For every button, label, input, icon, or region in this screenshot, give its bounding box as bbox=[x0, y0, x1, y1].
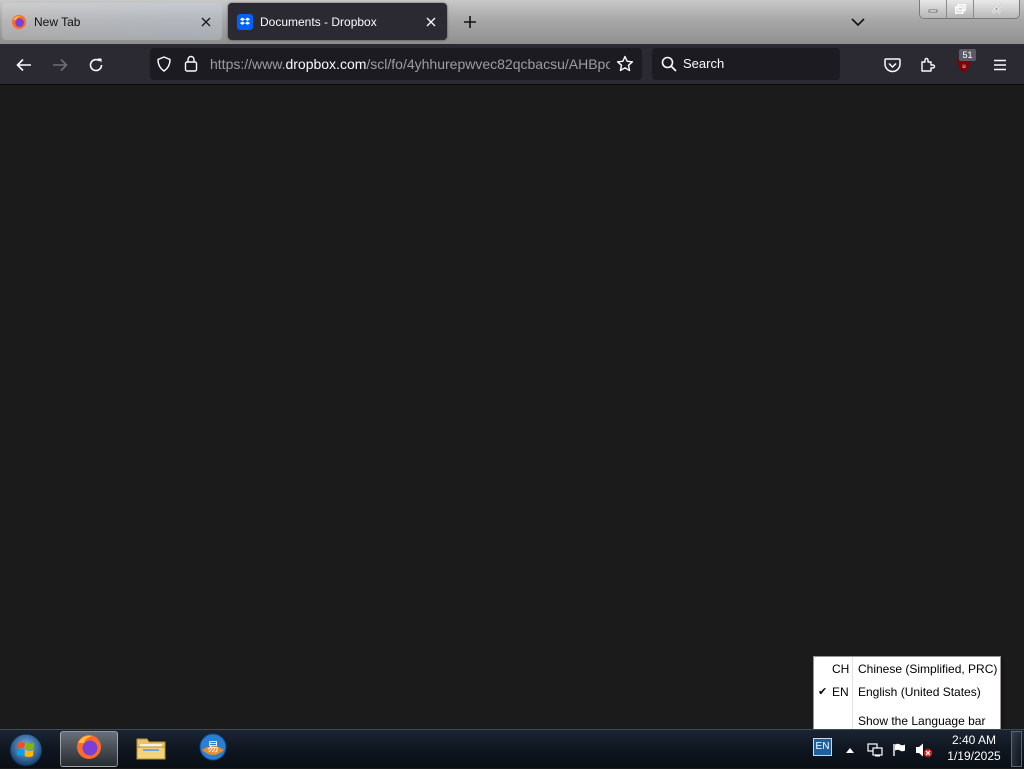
tab-strip: New Tab Documents - Dropbox bbox=[0, 0, 1024, 44]
language-indicator[interactable]: EN bbox=[813, 738, 832, 756]
close-tab-icon[interactable] bbox=[419, 10, 443, 34]
tab-new-tab[interactable]: New Tab bbox=[2, 3, 222, 40]
windows-start-orb-icon[interactable] bbox=[6, 731, 46, 768]
language-menu: CH Chinese (Simplified, PRC) ✔ EN Englis… bbox=[813, 656, 1001, 730]
system-clock[interactable]: 2:40 AM 1/19/2025 bbox=[940, 732, 1008, 764]
firefox-icon bbox=[11, 14, 27, 30]
tab-title: New Tab bbox=[34, 14, 81, 29]
close-window-icon[interactable] bbox=[974, 0, 1019, 18]
language-option-chinese[interactable]: CH Chinese (Simplified, PRC) bbox=[814, 658, 1000, 680]
dropbox-icon bbox=[237, 13, 253, 30]
taskbar-ime-app-button[interactable]: 易 bbox=[184, 731, 242, 767]
page-content-area bbox=[0, 86, 1024, 729]
show-desktop-button[interactable] bbox=[1011, 731, 1022, 767]
action-center-flag-icon[interactable] bbox=[889, 730, 909, 769]
clock-date: 1/19/2025 bbox=[947, 749, 1001, 763]
search-placeholder: Search bbox=[683, 56, 725, 71]
forward-arrow-icon[interactable] bbox=[45, 50, 75, 80]
list-all-tabs-chevron-icon[interactable] bbox=[846, 10, 870, 34]
clock-time: 2:40 AM bbox=[951, 733, 997, 747]
checkmark-icon: ✔ bbox=[818, 686, 828, 698]
ime-app-icon: 易 bbox=[198, 732, 228, 767]
firefox-icon bbox=[75, 733, 103, 766]
language-code: CH bbox=[832, 662, 850, 676]
network-icon[interactable] bbox=[865, 730, 885, 769]
extension-badge-count: 51 bbox=[959, 49, 976, 61]
bookmark-star-icon[interactable] bbox=[616, 55, 634, 78]
tab-documents-dropbox[interactable]: Documents - Dropbox bbox=[228, 3, 447, 40]
restore-icon[interactable] bbox=[947, 0, 974, 18]
language-option-english[interactable]: ✔ EN English (United States) bbox=[814, 681, 1000, 703]
svg-text:u: u bbox=[962, 64, 965, 70]
menu-item-label: Show the Language bar bbox=[858, 714, 986, 728]
language-name: Chinese (Simplified, PRC) bbox=[858, 662, 998, 676]
taskbar: 易 EN 2:40 AM 1/19/2025 bbox=[0, 729, 1024, 768]
folder-icon bbox=[135, 733, 167, 766]
minimize-icon[interactable] bbox=[920, 0, 947, 18]
url-text[interactable]: https://www.dropbox.com/scl/fo/4yhhurepw… bbox=[210, 48, 610, 80]
window-controls bbox=[919, 0, 1020, 19]
volume-muted-icon[interactable] bbox=[913, 730, 935, 769]
reload-icon[interactable] bbox=[81, 50, 111, 80]
close-tab-icon[interactable] bbox=[194, 10, 218, 34]
search-icon bbox=[661, 56, 677, 77]
navigation-toolbar: https://www.dropbox.com/scl/fo/4yhhurepw… bbox=[0, 44, 1024, 85]
extensions-puzzle-icon[interactable] bbox=[913, 50, 943, 80]
taskbar-explorer-button[interactable] bbox=[122, 731, 180, 767]
search-bar[interactable]: Search bbox=[652, 48, 840, 80]
taskbar-firefox-button[interactable] bbox=[60, 731, 118, 767]
language-name: English (United States) bbox=[858, 685, 981, 699]
back-arrow-icon[interactable] bbox=[9, 50, 39, 80]
svg-text:易: 易 bbox=[207, 740, 219, 754]
hamburger-menu-icon[interactable] bbox=[985, 50, 1015, 80]
new-tab-plus-icon[interactable] bbox=[458, 10, 482, 34]
url-bar[interactable]: https://www.dropbox.com/scl/fo/4yhhurepw… bbox=[150, 48, 642, 80]
tab-title: Documents - Dropbox bbox=[260, 14, 377, 29]
tracking-protection-shield-icon[interactable] bbox=[156, 56, 172, 77]
pocket-icon[interactable] bbox=[877, 50, 907, 80]
language-code: EN bbox=[832, 685, 849, 699]
show-hidden-icons-arrow-icon[interactable] bbox=[843, 730, 857, 769]
lock-icon[interactable] bbox=[184, 55, 198, 77]
